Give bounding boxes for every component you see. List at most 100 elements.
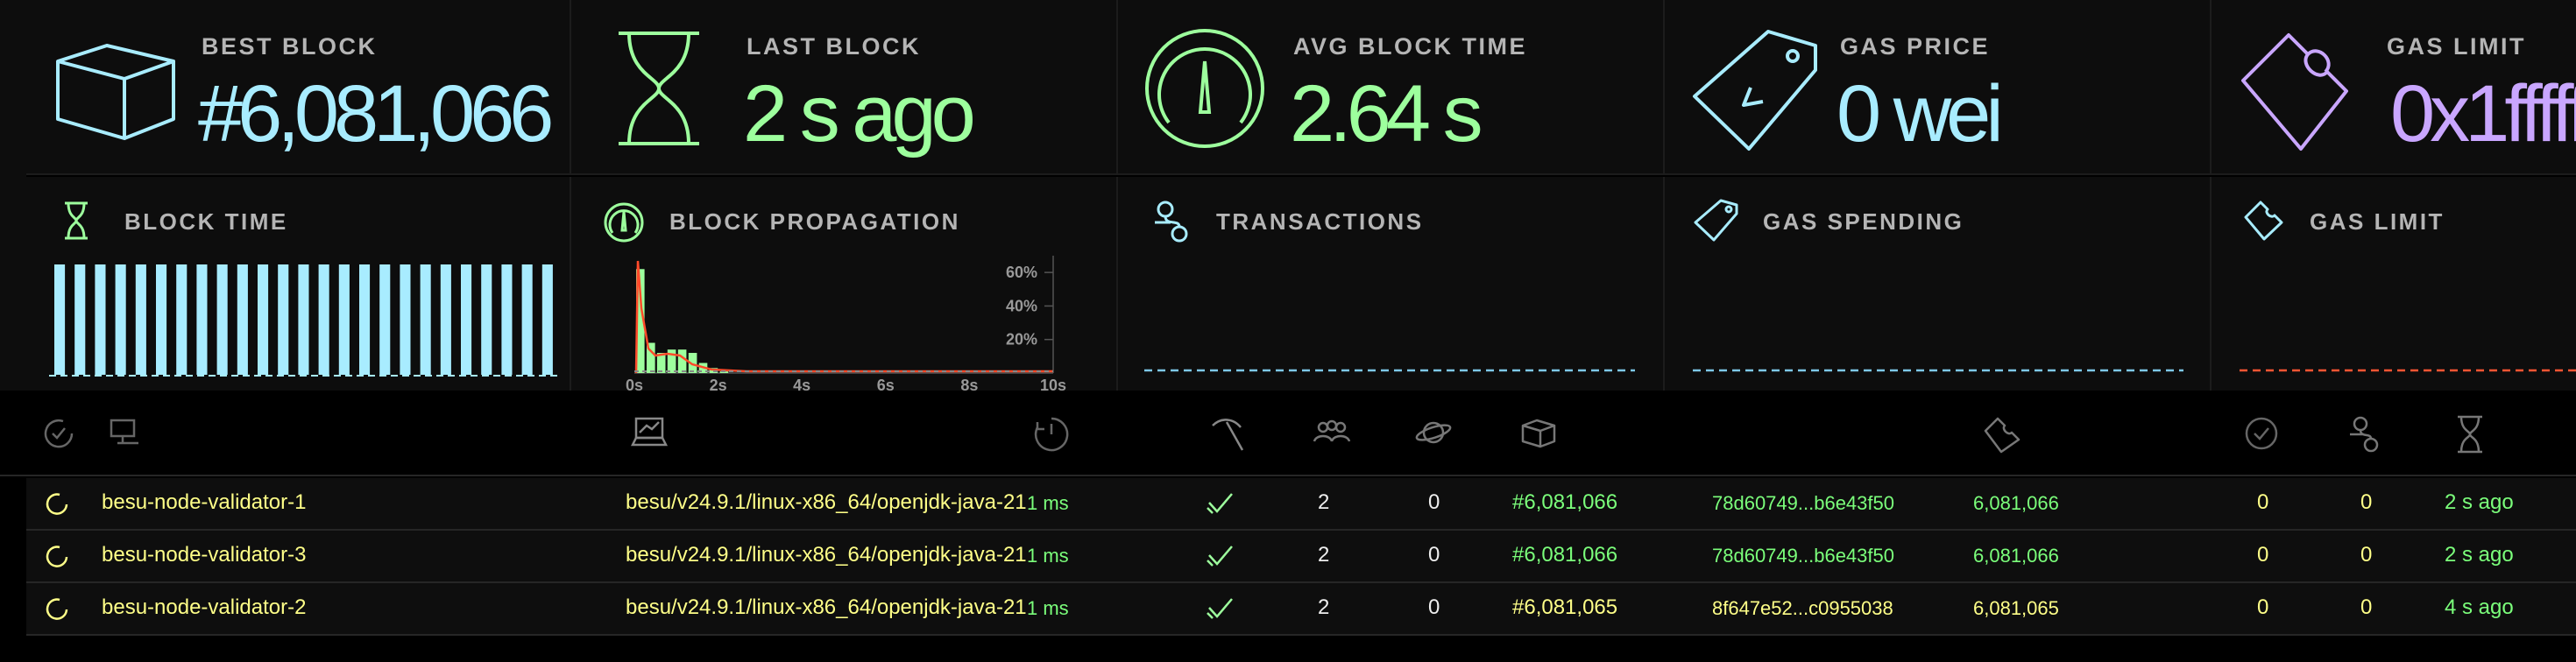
avg-block-time-value: 2.64 s — [1290, 69, 1483, 158]
block-time-bar — [420, 264, 431, 375]
transactions-baseline — [1144, 369, 1635, 372]
gauge-icon — [1145, 29, 1264, 148]
block-time-bar — [74, 264, 86, 375]
x-tick-label: 10s — [1040, 377, 1066, 391]
node-uncles: 0 — [2257, 543, 2269, 567]
gas-price-value: 0 wei — [1836, 69, 2004, 158]
node-client: besu/v24.9.1/linux-x86_64/openjdk-java-2… — [626, 595, 1027, 619]
node-peers: 2 — [1318, 543, 1330, 567]
gas-limit-value: 0x1ffffff — [2390, 69, 2576, 158]
gas-spending-chart-label: GAS SPENDING — [1763, 208, 1964, 235]
mining-check-icon — [1207, 493, 1233, 514]
x-tick-label: 4s — [793, 377, 810, 391]
chart-block-time: BLOCK TIME — [26, 177, 571, 391]
y-tick-label: 40% — [1006, 297, 1037, 314]
node-status-icon — [46, 493, 68, 515]
block-propagation-histogram: 60% 40% 20% 0s 2s 4s 6s 8s 10s — [626, 256, 1066, 391]
refresh-icon[interactable] — [40, 415, 77, 452]
block-time-bar — [521, 264, 533, 375]
block-time-bar — [440, 264, 451, 375]
node-transactions: 0 — [2360, 595, 2373, 619]
stat-gas-limit: GAS LIMIT 0x1ffffff — [2212, 0, 2576, 175]
table-header — [0, 391, 2576, 476]
gas-limit-chart-label: GAS LIMIT — [2310, 208, 2445, 235]
node-block-hash: 78d60749...b6e43f50 — [1712, 545, 1894, 567]
monitor-icon[interactable] — [109, 415, 144, 450]
node-latency: 1 ms — [1027, 597, 1069, 619]
node-pending: 0 — [1428, 490, 1440, 514]
chart-transactions: TRANSACTIONS — [1118, 177, 1665, 391]
x-tick-label: 8s — [960, 377, 978, 391]
block-time-bar — [156, 264, 167, 375]
node-name[interactable]: besu-node-validator-2 — [102, 595, 306, 620]
block-time-bar — [216, 264, 228, 375]
block-time-bar — [501, 264, 513, 375]
node-total-difficulty: 6,081,065 — [1973, 597, 2059, 619]
block-time-bar — [541, 264, 553, 375]
block-time-bar — [196, 264, 208, 375]
node-client: besu/v24.9.1/linux-x86_64/openjdk-java-2… — [626, 543, 1027, 567]
pickaxe-icon[interactable] — [1207, 415, 1246, 454]
laptop-icon[interactable] — [631, 415, 668, 450]
last-block-value: 2 s ago — [743, 69, 976, 158]
puzzle-small-icon — [2244, 201, 2283, 241]
best-block-label: BEST BLOCK — [202, 33, 378, 60]
node-peers: 2 — [1318, 595, 1330, 619]
stat-gas-price: GAS PRICE 0 wei — [1665, 0, 2212, 175]
node-name[interactable]: besu-node-validator-1 — [102, 490, 306, 515]
latency-icon[interactable] — [1032, 415, 1071, 454]
block-time-bar — [400, 264, 411, 375]
block-time-bar — [54, 264, 66, 375]
block-time-bar — [258, 264, 269, 375]
stat-last-block: LAST BLOCK 2 s ago — [571, 0, 1118, 175]
planet-icon[interactable] — [1414, 415, 1453, 450]
difficulty-icon[interactable] — [1982, 415, 2020, 454]
block-time-bar — [176, 264, 188, 375]
check-circle-icon[interactable] — [2243, 415, 2280, 452]
chart-block-propagation: BLOCK PROPAGATION 60% 40% 20% 0s 2s 4s 6s 8s 10… — [571, 177, 1118, 391]
propagation-curve — [634, 260, 1053, 374]
transactions-header-icon[interactable] — [2348, 415, 2383, 454]
node-latency: 1 ms — [1027, 545, 1069, 567]
cube-icon — [56, 44, 175, 140]
block-time-bar — [359, 264, 371, 375]
table-row[interactable]: besu-node-validator-1 besu/v24.9.1/linux… — [26, 478, 2576, 531]
node-status-icon — [46, 598, 68, 620]
price-tag-small-icon — [1694, 199, 1738, 242]
block-icon[interactable] — [1519, 415, 1558, 450]
block-time-bar — [135, 264, 146, 375]
table-row[interactable]: besu-node-validator-3 besu/v24.9.1/linux… — [26, 531, 2576, 583]
hourglass-header-icon[interactable] — [2455, 415, 2485, 454]
x-tick-label: 0s — [626, 377, 643, 391]
node-block: #6,081,066 — [1512, 490, 1618, 514]
stat-best-block: BEST BLOCK #6,081,066 — [26, 0, 571, 175]
hourglass-icon — [619, 32, 699, 145]
transactions-chart-label: TRANSACTIONS — [1216, 208, 1424, 235]
mining-check-icon — [1207, 598, 1233, 619]
block-time-bar — [318, 264, 329, 375]
gas-price-label: GAS PRICE — [1840, 33, 1991, 60]
node-uncles: 0 — [2257, 490, 2269, 514]
y-tick-label: 60% — [1006, 264, 1037, 281]
avg-block-time-label: AVG BLOCK TIME — [1293, 33, 1527, 60]
table-row[interactable]: besu-node-validator-2 besu/v24.9.1/linux… — [26, 583, 2576, 636]
block-time-bar — [461, 264, 472, 375]
x-tick-label: 6s — [877, 377, 895, 391]
block-time-bar — [481, 264, 492, 375]
node-block: #6,081,065 — [1512, 595, 1618, 619]
mining-check-icon — [1207, 546, 1233, 567]
node-transactions: 0 — [2360, 490, 2373, 514]
node-uncles: 0 — [2257, 595, 2269, 619]
node-name[interactable]: besu-node-validator-3 — [102, 543, 306, 567]
block-time-bar — [338, 264, 350, 375]
node-block-hash: 8f647e52...c0955038 — [1712, 597, 1893, 619]
propagation-bar — [677, 349, 687, 373]
block-time-bars — [49, 264, 557, 377]
node-status-icon — [46, 546, 68, 567]
node-pending: 0 — [1428, 543, 1440, 567]
peers-icon[interactable] — [1313, 415, 1351, 450]
best-block-value: #6,081,066 — [198, 69, 554, 158]
last-block-label: LAST BLOCK — [747, 33, 921, 60]
block-time-bar — [115, 264, 126, 375]
block-time-bar — [95, 264, 106, 375]
